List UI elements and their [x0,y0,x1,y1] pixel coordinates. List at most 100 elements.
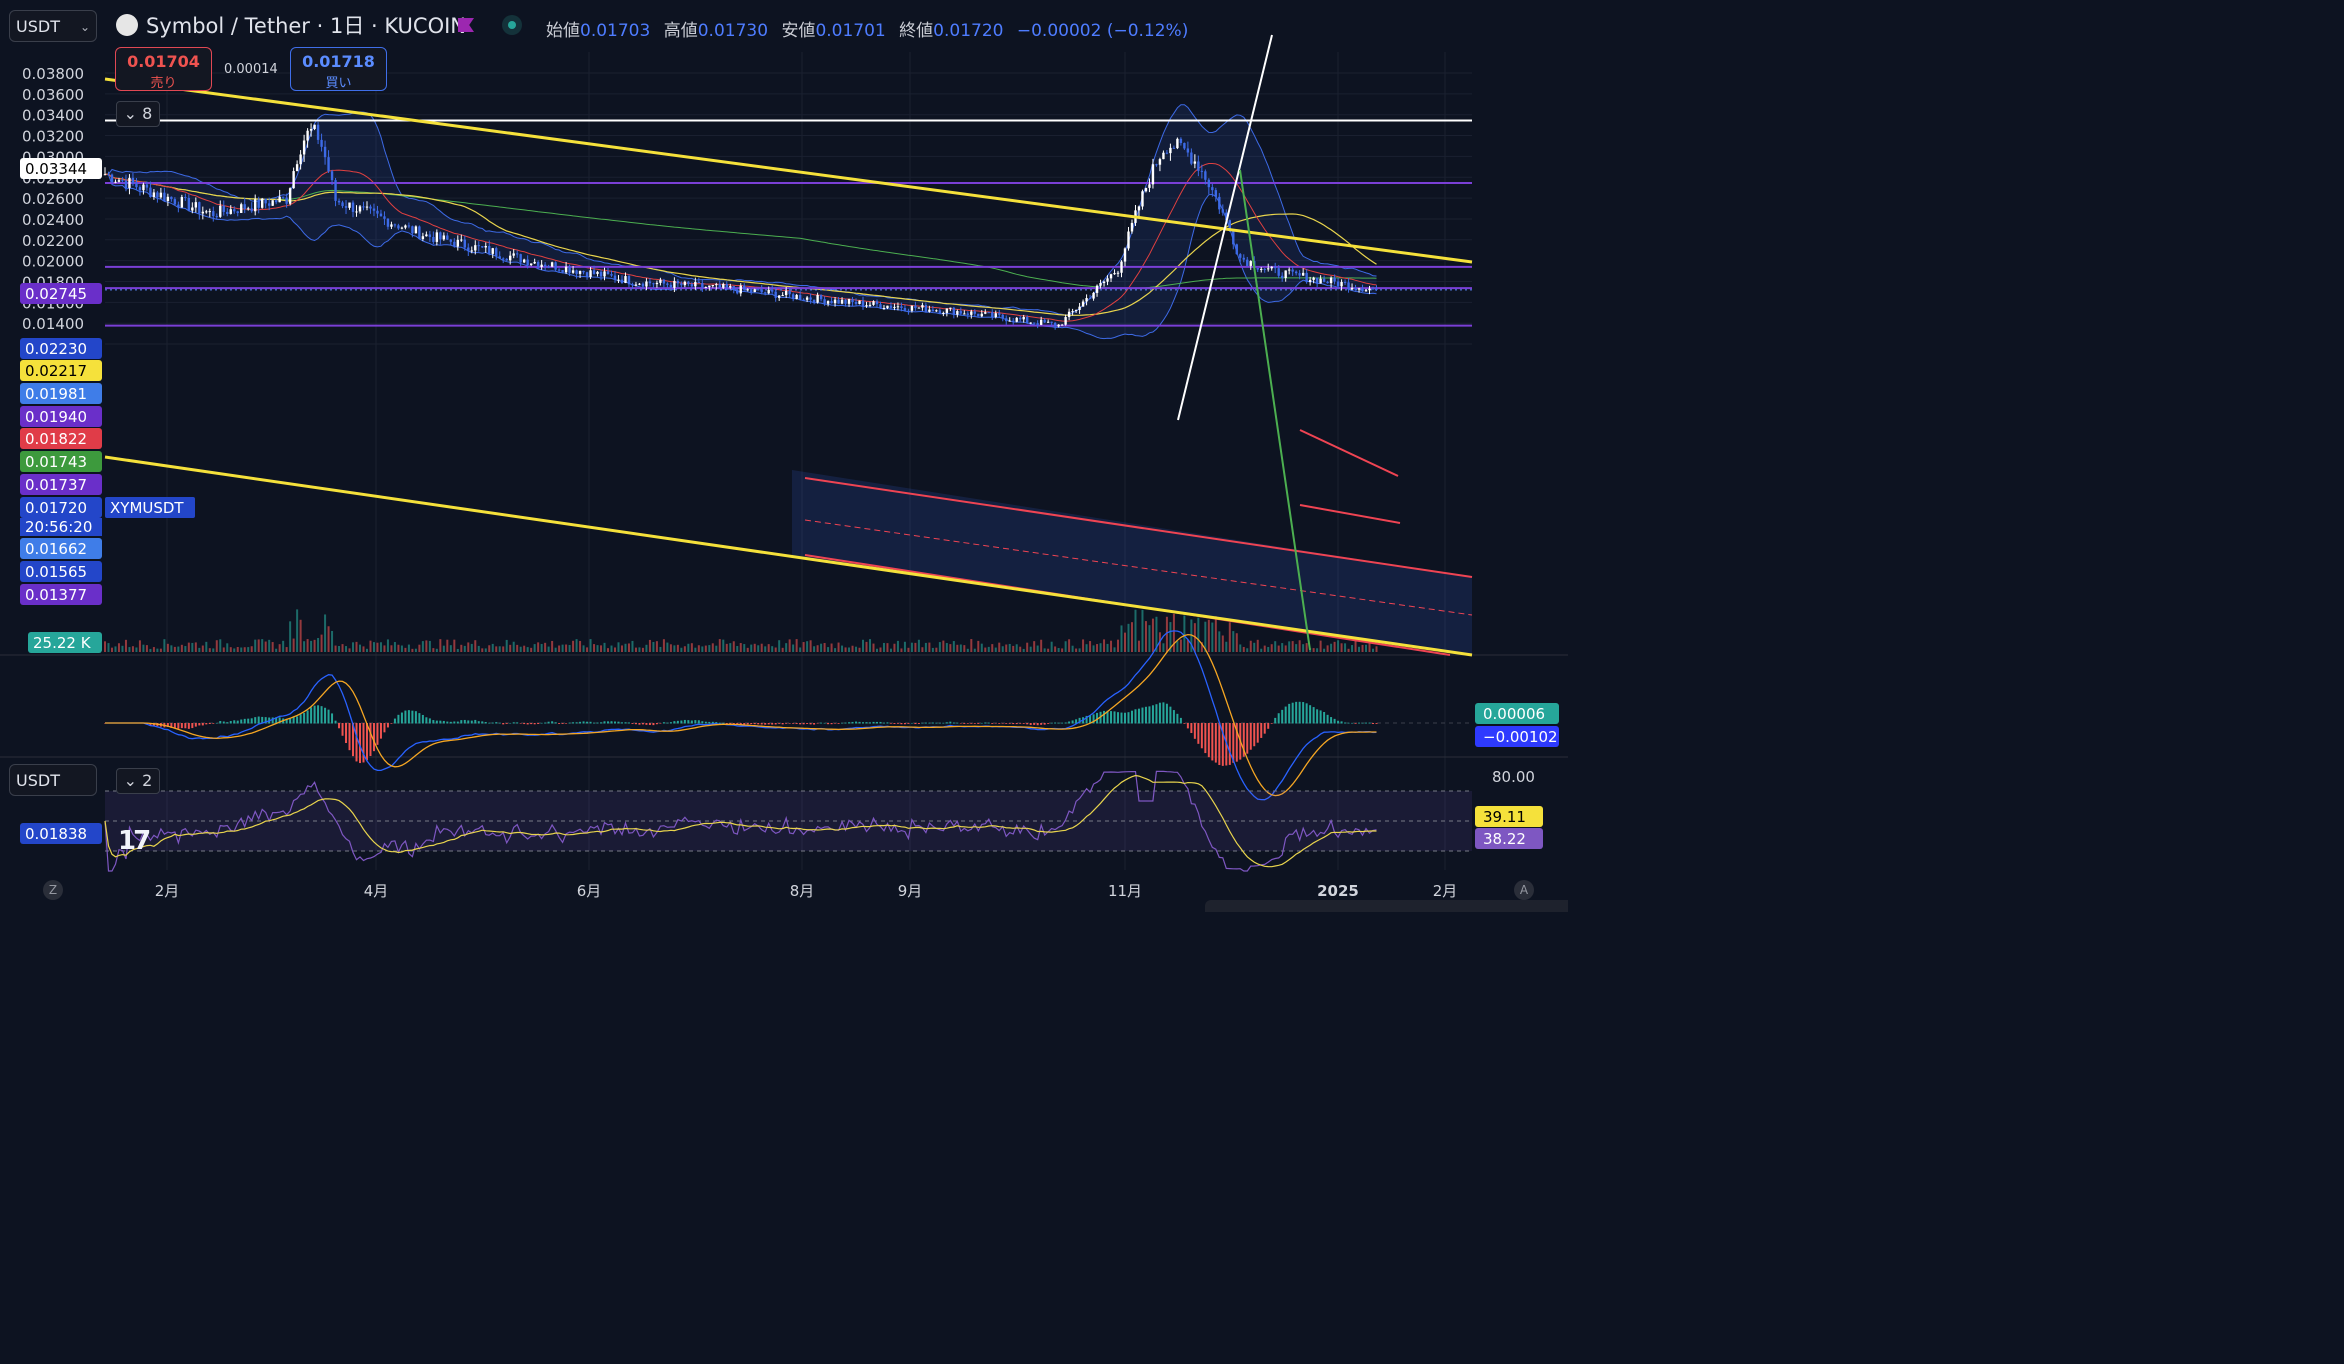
candle-body [816,295,819,303]
candle-body [1280,275,1284,279]
volume-bar [1120,625,1123,652]
chart-title[interactable]: Symbol / Tether · 1日 · KUCOIN [116,10,466,40]
candle-body [1263,268,1266,270]
candle-body [627,276,631,285]
candle-body [648,281,652,284]
volume-bar [1026,642,1029,652]
rsi-currency-select[interactable]: USDT [9,764,97,796]
macd-histogram-bar [453,721,456,724]
currency-select[interactable]: USDT ⌄ [9,10,97,42]
candle-body [1308,279,1312,283]
volume-bar [484,648,487,652]
candle-body [900,306,903,309]
candle-body [302,140,306,155]
volume-bar [806,641,809,652]
indicators-toggle-button[interactable]: ⌄ 8 [116,101,160,127]
macd-histogram-bar [1253,723,1256,747]
macd-histogram-bar [1200,723,1203,749]
macd-histogram-bar [1347,722,1350,724]
rsi-toggle-button[interactable]: ⌄ 2 [116,768,160,794]
macd-histogram-bar [289,718,292,724]
auto-scale-button[interactable]: A [1514,880,1534,900]
macd-histogram-bar [1372,723,1375,724]
candle-body [655,282,659,285]
candle-body [442,235,446,240]
volume-bar [816,645,819,652]
macd-histogram-bar [495,722,498,724]
price-axis: 0.038000.036000.034000.032000.030000.028… [22,65,84,354]
volume-bar [1082,639,1085,652]
candle-body [1336,281,1340,287]
bottom-toolbar[interactable] [1205,900,1568,912]
sell-button[interactable]: 0.01704 売り [115,47,212,91]
symbol-tag-text: XYMUSDT [110,499,184,517]
macd-histogram-bar [561,723,564,724]
macd-histogram-bar [886,722,889,724]
macd-histogram-bar [806,723,809,724]
macd-histogram-bar [187,723,190,729]
volume-bar [338,645,341,652]
macd-histogram-bar [764,723,767,725]
macd-histogram-bar [848,722,851,724]
candle-body [1284,270,1287,279]
candle-body [299,154,302,165]
volume-bar [617,642,620,652]
chevron-down-icon: ⌄ [123,104,138,123]
candle-body [460,239,463,241]
y-tick-label: 0.03800 [22,65,84,83]
macd-histogram-bar [498,722,501,724]
macd-histogram-bar [680,720,683,724]
candle-body [1015,317,1018,322]
volume-bar [1295,644,1298,652]
macd-histogram-bar [1165,703,1168,724]
candle-body [896,306,900,308]
macd-histogram-bar [900,723,903,725]
candle-body [267,203,271,206]
volume-bar [533,644,536,652]
candle-body [547,266,550,268]
volume-bar [1047,648,1050,652]
volume-bar [1033,641,1036,652]
macd-histogram-bar [439,720,442,724]
open-value: 0.01703 [580,21,651,41]
candle-body [260,198,264,208]
volume-bar [596,645,599,652]
macd-histogram-bar [1036,723,1039,726]
macd-histogram-bar [1050,722,1053,724]
candle-body [746,289,749,291]
candle-body [666,283,669,285]
price-chart[interactable]: 0.038000.036000.034000.032000.030000.028… [0,0,1568,912]
macd-histogram-bar [991,723,994,724]
candle-body [791,294,795,300]
macd-histogram-bar [627,722,630,724]
volume-bar [910,642,913,652]
macd-histogram-bar [645,723,648,725]
macd-histogram-bar [998,723,1001,724]
volume-bar [558,645,561,652]
candle-body [722,284,725,288]
candle-body [1239,254,1242,258]
market-status-icon[interactable] [502,15,522,35]
candle-body [861,300,865,307]
zoom-button[interactable]: Z [43,880,63,900]
volume-bar [746,647,749,652]
macd-histogram-bar [1120,712,1123,724]
volume-bar [1096,644,1099,652]
candle-body [564,266,568,273]
candle-body [928,309,931,312]
price-label-text: 0.01662 [25,540,87,558]
macd-histogram-bar [233,720,236,724]
tradingview-logo-icon[interactable]: 17 [118,826,151,856]
volume-bar [383,645,386,652]
candle-body [1032,322,1036,324]
volume-bar [792,644,795,652]
volume-bar [1218,631,1221,652]
volume-bar [938,642,941,652]
volume-bar [1029,646,1032,652]
candle-body [536,261,540,267]
macd-histogram-bar [1358,722,1361,724]
candle-body [173,199,177,205]
flag-icon[interactable] [458,18,474,32]
buy-button[interactable]: 0.01718 買い [290,47,387,91]
candle-body [194,202,198,208]
